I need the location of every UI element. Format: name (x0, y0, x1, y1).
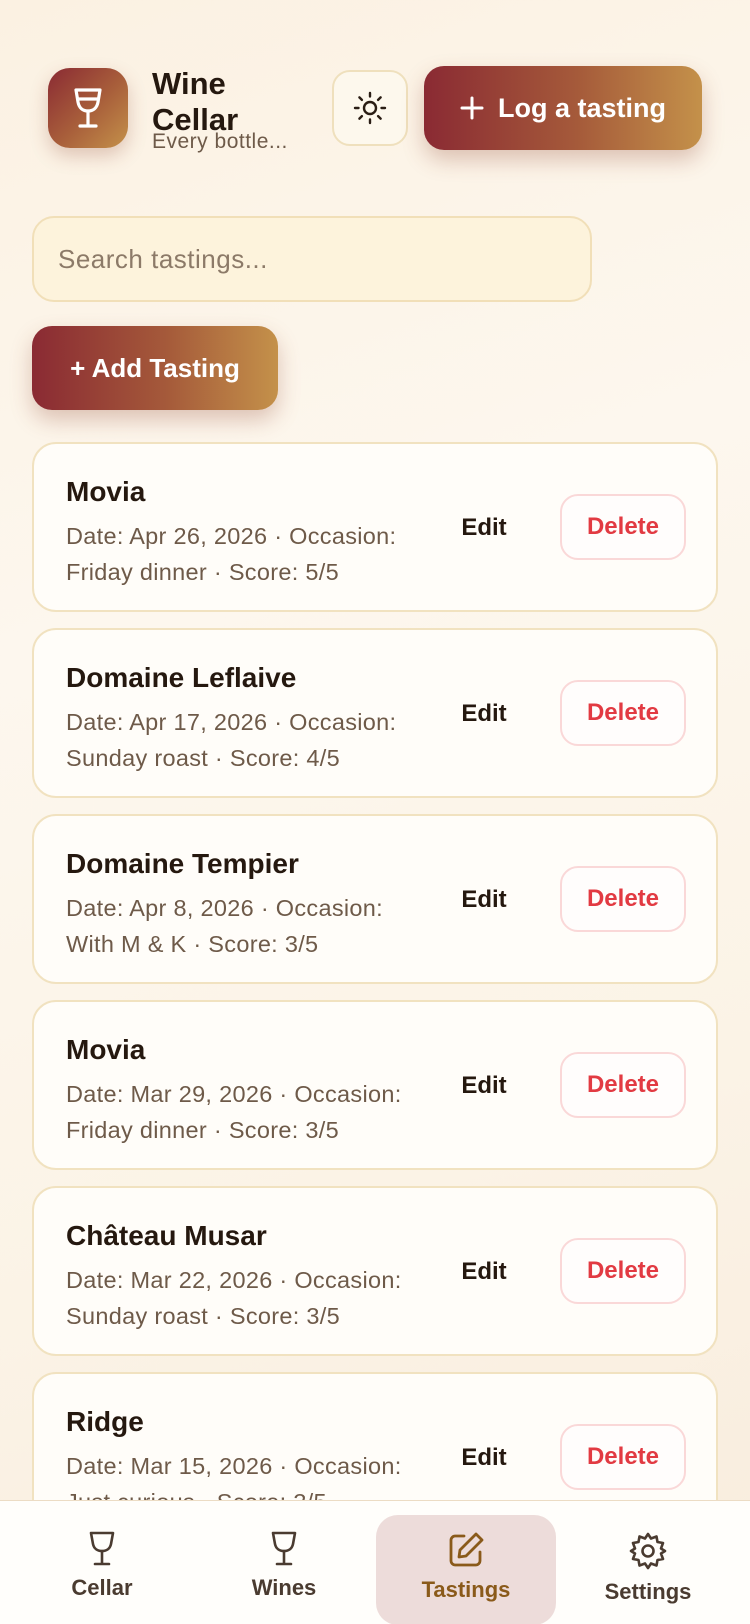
wine-glass-icon (89, 1531, 115, 1566)
tab-cellar[interactable]: Cellar (12, 1515, 192, 1624)
delete-button[interactable]: Delete (560, 494, 686, 560)
edit-button[interactable]: Edit (442, 1058, 526, 1114)
sun-icon (353, 91, 387, 125)
tasting-card: Château Musar Date: Mar 22, 2026 · Occas… (32, 1186, 718, 1356)
delete-button[interactable]: Delete (560, 680, 686, 746)
edit-button[interactable]: Edit (442, 1430, 526, 1486)
tab-label: Cellar (71, 1575, 133, 1600)
tasting-meta: Date: Apr 26, 2026 · Occasion: Friday di… (66, 523, 397, 585)
tasting-meta: Date: Apr 17, 2026 · Occasion: Sunday ro… (66, 709, 397, 771)
gear-icon (629, 1532, 667, 1570)
edit-button[interactable]: Edit (442, 1244, 526, 1300)
add-tasting-button[interactable]: + Add Tasting (32, 326, 278, 410)
tasting-name: Château Musar (66, 1220, 267, 1251)
tasting-card: Movia Date: Apr 26, 2026 · Occasion: Fri… (32, 442, 718, 612)
app-subtitle: Every bottle... (152, 130, 288, 153)
tasting-name: Movia (66, 1034, 146, 1065)
delete-button[interactable]: Delete (560, 1424, 686, 1490)
tasting-card: Domaine Tempier Date: Apr 8, 2026 · Occa… (32, 814, 718, 984)
delete-button[interactable]: Delete (560, 866, 686, 932)
tab-wines[interactable]: Wines (194, 1515, 374, 1624)
edit-button[interactable]: Edit (442, 872, 526, 928)
app-title: Wine Cellar (152, 66, 239, 137)
tasting-name: Domaine Tempier (66, 848, 299, 879)
tasting-meta: Date: Mar 22, 2026 · Occasion: Sunday ro… (66, 1267, 402, 1329)
tasting-card: Domaine Leflaive Date: Apr 17, 2026 · Oc… (32, 628, 718, 798)
tab-label: Tastings (421, 1577, 511, 1602)
tasting-card: Movia Date: Mar 29, 2026 · Occasion: Fri… (32, 1000, 718, 1170)
log-tasting-label: Log a tasting (498, 92, 666, 123)
tasting-name: Ridge (66, 1406, 144, 1437)
delete-button[interactable]: Delete (560, 1238, 686, 1304)
tab-tastings[interactable]: Tastings (376, 1515, 556, 1624)
app-header: Wine Cellar Every bottle... Log a tastin… (48, 66, 702, 153)
plus-icon (460, 96, 484, 120)
tab-label: Wines (251, 1575, 317, 1600)
edit-button[interactable]: Edit (442, 500, 526, 556)
bottom-tab-bar: Cellar Wines Tastings Settings (0, 1500, 750, 1624)
theme-toggle-button[interactable] (332, 70, 408, 146)
tasting-name: Domaine Leflaive (66, 662, 297, 693)
tastings-list: Movia Date: Apr 26, 2026 · Occasion: Fri… (32, 442, 718, 1558)
tasting-name: Movia (66, 476, 146, 507)
tab-label: Settings (604, 1579, 692, 1604)
tab-settings[interactable]: Settings (558, 1515, 738, 1624)
log-tasting-button[interactable]: Log a tasting (424, 66, 702, 150)
search-input[interactable] (32, 216, 592, 302)
edit-button[interactable]: Edit (442, 686, 526, 742)
tasting-meta: Date: Apr 8, 2026 · Occasion: With M & K… (66, 895, 383, 957)
wine-glass-icon (271, 1531, 297, 1566)
edit-icon (449, 1532, 484, 1567)
wine-glass-icon (48, 68, 128, 148)
delete-button[interactable]: Delete (560, 1052, 686, 1118)
tasting-meta: Date: Mar 29, 2026 · Occasion: Friday di… (66, 1081, 402, 1143)
